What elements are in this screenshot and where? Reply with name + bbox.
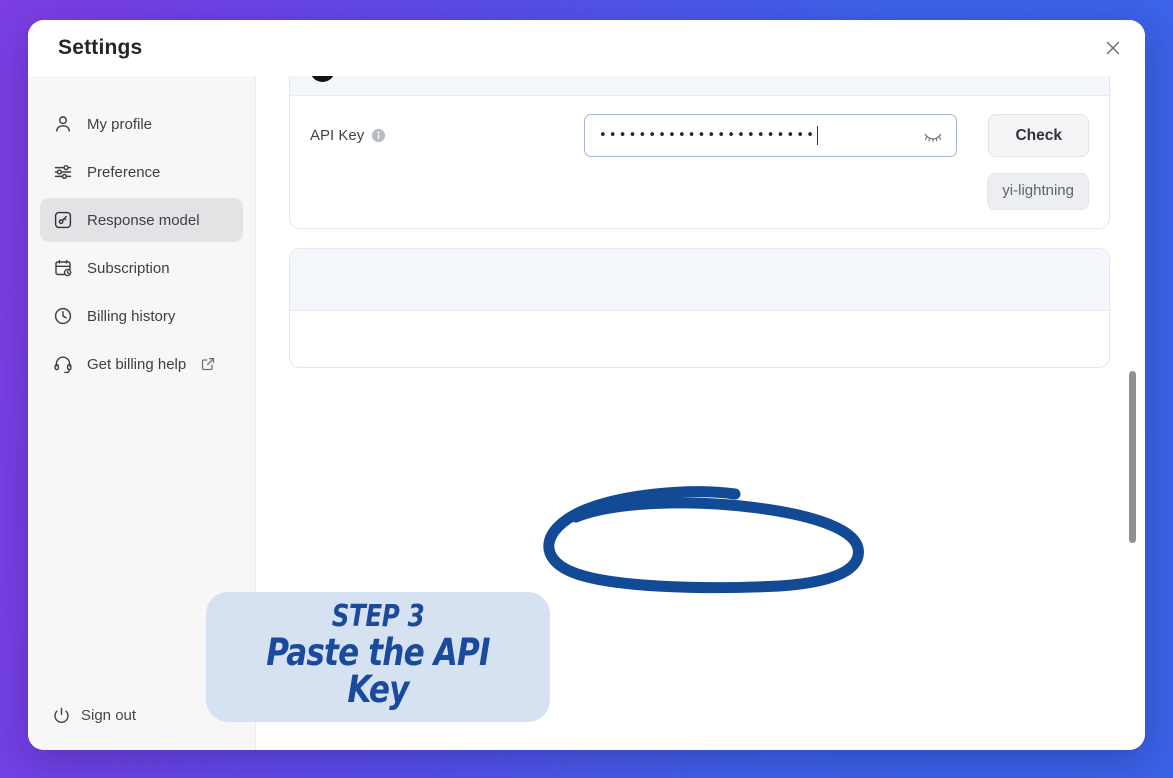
dialog-titlebar: Settings (28, 20, 1145, 76)
page-title: Settings (58, 36, 143, 59)
sidebar-item-label: Response model (87, 211, 200, 229)
provider-card-01ai: 01.AI API Key (289, 76, 1110, 229)
power-icon (52, 706, 70, 724)
scroll-content: qwq-32b-preview qwen-2-72b-instruct qwen… (289, 76, 1110, 368)
api-key-label-group: API Key (310, 127, 572, 144)
sidebar-item-label: Preference (87, 163, 161, 181)
sidebar-item-label: Billing history (87, 307, 176, 325)
sign-out-button[interactable]: Sign out (28, 706, 255, 750)
clock-icon (52, 305, 74, 327)
sliders-icon (52, 161, 74, 183)
close-icon[interactable] (1099, 34, 1127, 62)
sign-out-label: Sign out (81, 706, 137, 724)
api-key-masked-value: •••••••••••••••••••••• (599, 128, 817, 143)
sidebar-item-label: My profile (87, 115, 153, 133)
sidebar-item-preference[interactable]: Preference (40, 150, 243, 194)
yi-logo-icon (310, 76, 335, 82)
sidebar-item-label: Subscription (87, 259, 170, 277)
sidebar-item-response-model[interactable]: Response model (40, 198, 243, 242)
model-key-icon (52, 209, 74, 231)
settings-content: qwq-32b-preview qwen-2-72b-instruct qwen… (256, 76, 1145, 750)
sidebar-nav: My profile Preference Response model Sub… (28, 102, 255, 386)
model-tag[interactable]: yi-lightning (987, 173, 1089, 210)
sidebar-item-subscription[interactable]: Subscription (40, 246, 243, 290)
sidebar-item-label: Get billing help (87, 355, 187, 373)
provider-card-next (289, 247, 1110, 368)
info-icon[interactable] (371, 128, 386, 143)
headset-icon (52, 353, 74, 375)
api-key-label: API Key (310, 127, 365, 144)
sidebar-item-get-billing-help[interactable]: Get billing help (40, 342, 243, 386)
dialog-body: My profile Preference Response model Sub… (28, 76, 1145, 750)
provider-model-tag-list: yi-lightning (290, 165, 1109, 228)
settings-sidebar: My profile Preference Response model Sub… (28, 76, 256, 750)
eye-off-icon[interactable] (922, 125, 944, 147)
sidebar-item-billing-history[interactable]: Billing history (40, 294, 243, 338)
scrollbar-thumb[interactable] (1129, 371, 1136, 543)
api-key-row: API Key •••••••••••••••••••••• Check (290, 96, 1109, 165)
check-button[interactable]: Check (988, 114, 1089, 157)
user-icon (52, 113, 74, 135)
content-scrollbar[interactable] (1128, 76, 1136, 750)
api-key-input[interactable]: •••••••••••••••••••••• (584, 114, 958, 157)
provider-card-header (290, 248, 1109, 311)
text-caret (817, 126, 819, 145)
provider-name: 01.AI (348, 76, 386, 79)
calendar-clock-icon (52, 257, 74, 279)
provider-card-header: 01.AI (290, 76, 1109, 96)
settings-dialog: Settings My profile Preference Response … (28, 20, 1145, 750)
sidebar-item-my-profile[interactable]: My profile (40, 102, 243, 146)
external-link-icon (201, 357, 215, 371)
